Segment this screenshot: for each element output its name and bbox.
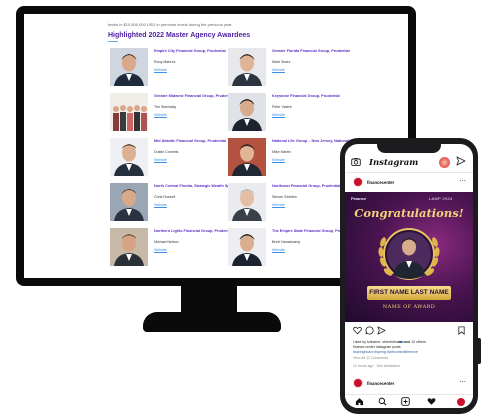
post-congrats-text: Congratulations! <box>354 206 464 220</box>
website-link[interactable]: Website <box>154 158 194 162</box>
phone-side-button <box>478 338 481 364</box>
activity-heart-icon[interactable] <box>427 397 436 408</box>
phone-notch <box>377 144 441 153</box>
camera-icon[interactable] <box>351 157 361 170</box>
more-options-icon[interactable]: ⋯ <box>459 378 466 386</box>
post-header: financecenter ⋯ <box>345 176 473 190</box>
page-heading: Highlighted 2022 Master Agency Awardees <box>108 32 251 39</box>
caption-hashtags[interactable]: #springboard #spring #welcomedifference <box>353 350 467 355</box>
agent-name: Peter Valent <box>272 105 292 109</box>
story-avatar[interactable] <box>439 157 450 168</box>
agent-photo <box>228 228 266 266</box>
heart-icon[interactable] <box>353 326 362 337</box>
smartphone: Instagram financecenter ⋯ Finance LAMP 2… <box>340 138 481 414</box>
agent-photo <box>228 48 266 86</box>
phone-screen: Instagram financecenter ⋯ Finance LAMP 2… <box>345 144 473 408</box>
name-banner: FIRST NAME LAST NAME <box>367 286 451 300</box>
agent-photo <box>228 183 266 221</box>
website-link[interactable]: Website <box>154 248 194 252</box>
agent-photo <box>110 48 148 86</box>
agent-photo <box>110 93 148 131</box>
view-comments-link[interactable]: View All 12 Comments <box>353 356 467 361</box>
website-link[interactable]: Website <box>154 113 194 117</box>
post-image[interactable]: Finance LAMP 2024 Congratulations! FIRST… <box>345 192 473 322</box>
caption-text: finance.center instagram posts <box>353 345 401 349</box>
post-timestamp: 12 hours ago · See translation <box>353 364 400 368</box>
account-name[interactable]: financecenter <box>367 381 394 386</box>
more-options-icon[interactable]: ⋯ <box>459 177 466 185</box>
app-logo: Instagram <box>369 158 419 168</box>
monitor-stand <box>143 312 281 332</box>
agent-name: Mark Sears <box>272 60 291 64</box>
bottom-navigation <box>345 394 473 408</box>
post-event: LAMP 2024 <box>429 196 453 201</box>
next-post-header: financecenter ⋯ <box>345 378 473 390</box>
agent-photo <box>228 93 266 131</box>
website-link[interactable]: Website <box>272 248 312 252</box>
home-icon[interactable] <box>355 397 364 408</box>
heading-underline <box>108 41 118 42</box>
account-avatar[interactable] <box>353 177 363 187</box>
bookmark-icon[interactable] <box>457 326 466 337</box>
carousel-dots <box>399 330 419 343</box>
agency-name: Keystone Financial Group, Prudential <box>272 94 340 98</box>
agent-photo <box>110 228 148 266</box>
website-link[interactable]: Website <box>272 68 312 72</box>
search-icon[interactable] <box>378 397 387 408</box>
award-name: NAME OF AWARD <box>382 304 436 310</box>
likes-text[interactable]: Liked by fullname, otherfullname and 10 … <box>353 340 467 345</box>
laurel-wreath-icon <box>378 228 440 280</box>
website-link[interactable]: Website <box>272 113 312 117</box>
website-link[interactable]: Website <box>154 203 194 207</box>
agency-card: Greater Florida Financial Group, Prudent… <box>228 48 368 90</box>
comment-icon[interactable] <box>365 326 374 337</box>
website-link[interactable]: Website <box>272 158 312 162</box>
intro-text: levels in $10,800,000 USD in premium lev… <box>108 22 233 27</box>
website-link[interactable]: Website <box>154 68 194 72</box>
profile-avatar[interactable] <box>457 398 465 406</box>
banner-name: FIRST NAME LAST NAME <box>369 289 449 296</box>
send-icon[interactable] <box>456 156 466 169</box>
account-name[interactable]: financecenter <box>367 180 394 185</box>
agent-photo <box>228 138 266 176</box>
agent-photo <box>110 138 148 176</box>
agency-card: Keystone Financial Group, Prudential Pet… <box>228 93 368 135</box>
add-post-icon[interactable] <box>401 397 410 408</box>
account-avatar[interactable] <box>353 378 363 388</box>
instagram-header: Instagram <box>345 155 473 171</box>
agency-name: Greater Florida Financial Group, Prudent… <box>272 49 350 53</box>
website-link[interactable]: Website <box>272 203 312 207</box>
share-icon[interactable] <box>377 326 386 337</box>
post-brand: Finance <box>351 196 367 201</box>
header-divider <box>345 172 473 173</box>
agent-photo <box>110 183 148 221</box>
